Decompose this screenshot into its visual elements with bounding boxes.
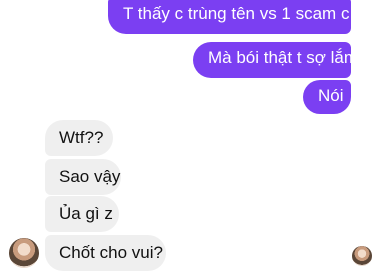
- seen-receipt-avatar: [352, 246, 372, 266]
- incoming-message[interactable]: Sao vậy: [45, 159, 121, 195]
- chat-thread: T thấy c trùng tên vs 1 scam c ạ Mà bói …: [0, 0, 374, 271]
- outgoing-message[interactable]: Mà bói thật t sợ lắm: [193, 42, 358, 78]
- contact-avatar[interactable]: [9, 238, 39, 268]
- incoming-message[interactable]: Wtf??: [45, 120, 113, 156]
- incoming-message[interactable]: Ủa gì z: [45, 196, 119, 232]
- outgoing-message[interactable]: T thấy c trùng tên vs 1 scam c ạ: [108, 0, 364, 34]
- incoming-message[interactable]: Chốt cho vui?: [45, 235, 166, 271]
- outgoing-message[interactable]: Nói: [303, 80, 351, 114]
